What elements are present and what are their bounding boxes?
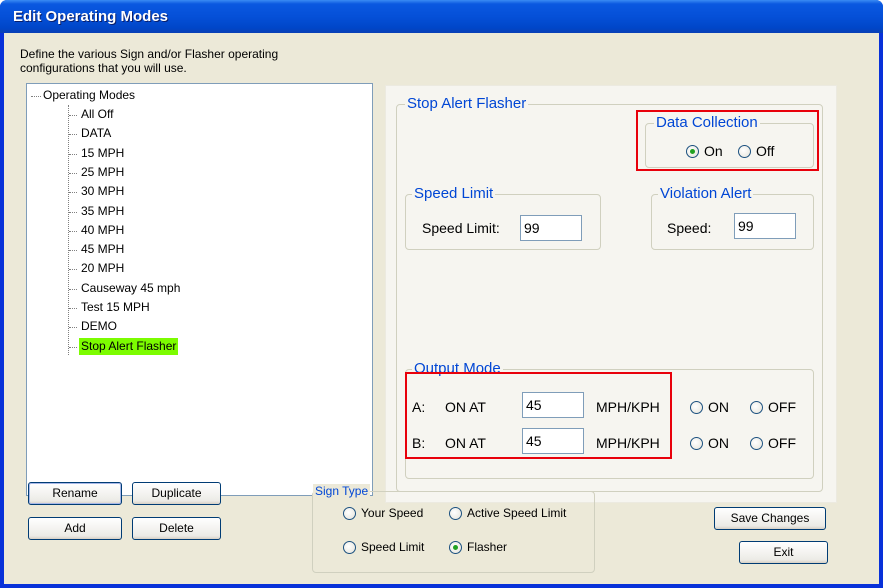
tree-connector — [69, 288, 77, 290]
tree-connector — [69, 308, 77, 309]
delete-button[interactable]: Delete — [132, 517, 221, 540]
speed-limit-label: Speed Limit: — [422, 220, 500, 236]
output-a-on-radio[interactable]: ON — [690, 399, 729, 415]
tree-item-label: 25 MPH — [81, 164, 125, 179]
tree-item-label: Causeway 45 mph — [81, 280, 181, 295]
sign-type-speed-limit-label: Speed Limit — [361, 540, 425, 554]
sign-type-flasher-radio[interactable]: Flasher — [449, 540, 507, 554]
sign-type-title: Sign Type — [313, 484, 371, 498]
instructions-line-2: configurations that you will use. — [20, 61, 187, 75]
add-button[interactable]: Add — [28, 517, 122, 540]
tree-item-label: 40 MPH — [81, 222, 125, 237]
dialog-body: Define the various Sign and/or Flasher o… — [4, 33, 879, 584]
tree-root-label: Operating Modes — [43, 88, 136, 102]
tree-root-operating-modes[interactable]: Operating Modes — [43, 87, 135, 106]
tree-connector — [31, 96, 41, 97]
tree-connector — [69, 346, 77, 348]
window-title: Edit Operating Modes — [13, 8, 169, 25]
tree-connector — [69, 192, 77, 194]
tree-item-label: 20 MPH — [81, 261, 125, 276]
sign-type-speed-limit-radio[interactable]: Speed Limit — [343, 540, 424, 554]
sign-type-active-speed-limit-radio[interactable]: Active Speed Limit — [449, 506, 566, 520]
mode-title: Stop Alert Flasher — [405, 95, 529, 112]
sign-type-your-speed-radio[interactable]: Your Speed — [343, 506, 423, 520]
tree-connector — [69, 327, 77, 329]
tree-item-label: DEMO — [81, 319, 117, 334]
tree-item-label: 30 MPH — [81, 184, 125, 199]
radio-unselected-icon — [449, 506, 462, 520]
speed-limit-group: Speed Limit Speed Limit: 99 — [405, 185, 601, 250]
output-b-on-label: ON — [708, 435, 729, 451]
rename-button[interactable]: Rename — [28, 482, 122, 505]
output-b-off-radio[interactable]: OFF — [750, 435, 796, 451]
speed-limit-title: Speed Limit — [412, 185, 496, 202]
instructions-text: Define the various Sign and/or Flasher o… — [20, 47, 360, 75]
output-b-on-radio[interactable]: ON — [690, 435, 729, 451]
edit-operating-modes-window: Edit Operating Modes Define the various … — [0, 0, 883, 588]
tree-item-label: 45 MPH — [81, 242, 125, 257]
tree-item-label: 35 MPH — [81, 203, 125, 218]
radio-unselected-icon — [750, 436, 763, 450]
output-b-off-label: OFF — [768, 435, 796, 451]
sign-type-group: Sign Type Your Speed Active Speed Limit … — [312, 484, 595, 573]
radio-unselected-icon — [690, 436, 703, 450]
output-a-on-label: ON — [708, 399, 729, 415]
tree-connector — [69, 250, 77, 252]
exit-button[interactable]: Exit — [739, 541, 828, 564]
output-a-off-label: OFF — [768, 399, 796, 415]
tree-item-label: All Off — [81, 107, 114, 121]
violation-alert-speed-label: Speed: — [667, 220, 712, 236]
tree-connector — [69, 153, 77, 155]
radio-unselected-icon — [343, 506, 356, 520]
tree-item-label-selected: Stop Alert Flasher — [79, 337, 179, 355]
tree-connector — [69, 134, 77, 136]
sign-type-active-speed-limit-label: Active Speed Limit — [467, 506, 567, 520]
duplicate-button[interactable]: Duplicate — [132, 482, 221, 505]
operating-modes-tree[interactable]: Operating Modes All Off DATA 15 MPH 25 MPH 3… — [26, 83, 373, 496]
instructions-line-1: Define the various Sign and/or Flasher o… — [20, 47, 279, 61]
save-changes-button[interactable]: Save Changes — [714, 507, 826, 530]
tree-item-label: DATA — [81, 126, 112, 141]
violation-alert-title: Violation Alert — [658, 185, 754, 202]
annotation-highlight-output-mode — [405, 372, 672, 459]
radio-selected-icon — [449, 540, 462, 554]
radio-unselected-icon — [750, 400, 763, 414]
radio-unselected-icon — [343, 540, 356, 554]
violation-alert-group: Violation Alert Speed: 99 — [651, 185, 814, 250]
tree-item-label: 15 MPH — [81, 145, 125, 160]
violation-alert-speed-input[interactable]: 99 — [734, 213, 796, 239]
title-bar[interactable]: Edit Operating Modes — [0, 0, 883, 33]
radio-unselected-icon — [690, 400, 703, 414]
sign-type-your-speed-label: Your Speed — [361, 506, 424, 520]
output-a-off-radio[interactable]: OFF — [750, 399, 796, 415]
tree-item-label: Test 15 MPH — [81, 300, 150, 314]
tree-connector — [69, 115, 77, 116]
annotation-highlight-data-collection — [636, 110, 819, 171]
tree-connector — [69, 230, 77, 232]
tree-connector — [69, 172, 77, 174]
tree-connector — [69, 211, 77, 213]
tree-connector — [69, 269, 77, 271]
sign-type-flasher-label: Flasher — [467, 540, 508, 554]
speed-limit-input[interactable]: 99 — [520, 215, 582, 241]
